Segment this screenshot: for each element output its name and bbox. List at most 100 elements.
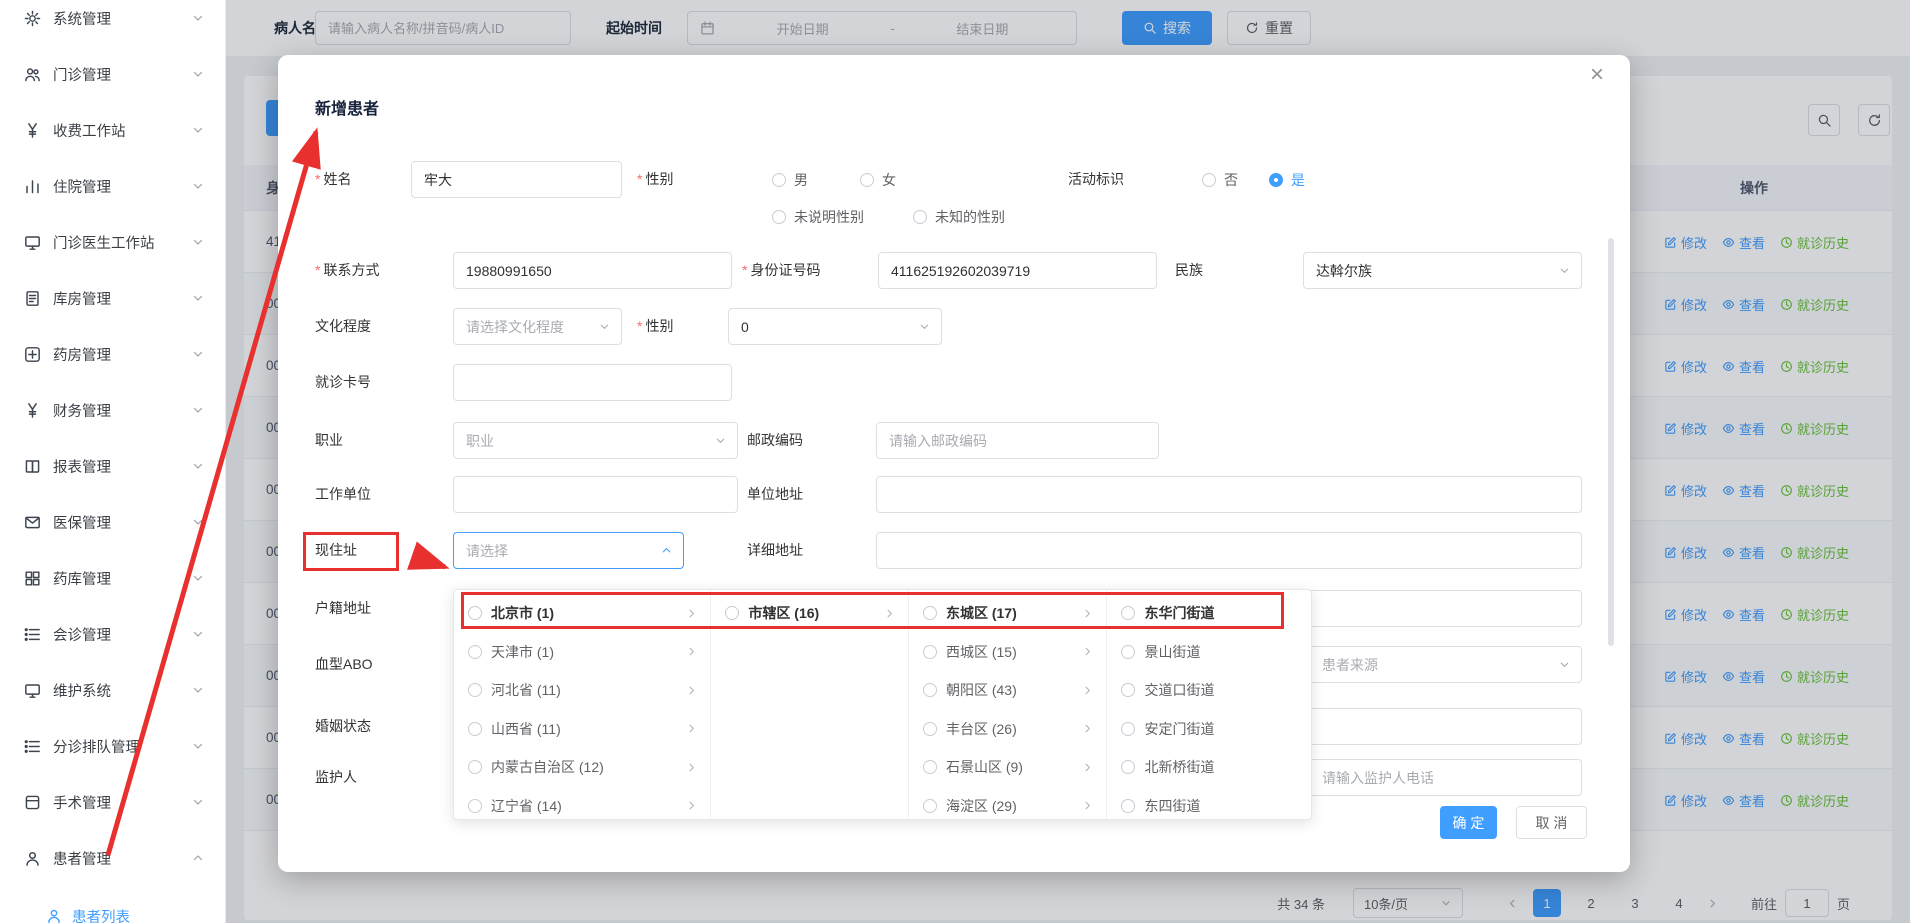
sidebar-item-label: 住院管理 [53,176,191,197]
cascader-option[interactable]: 东四街道 [1107,787,1311,820]
cascader-option[interactable]: 朝阳区 (43) [909,671,1107,710]
radio-icon[interactable] [1121,722,1135,736]
sidebar-item-13[interactable]: 分诊排队管理 [0,718,225,774]
detail-address-input[interactable] [876,532,1582,569]
sidebar-item-5[interactable]: 库房管理 [0,270,225,326]
name-input[interactable] [411,161,622,198]
sidebar-item-4[interactable]: 门诊医生工作站 [0,214,225,270]
gender-code-select[interactable]: 0 [728,308,942,345]
sidebar-item-3[interactable]: 住院管理 [0,158,225,214]
radio-icon[interactable] [923,799,937,813]
gender-radio-unknown[interactable]: 未知的性别 [913,198,1005,235]
sidebar-item-1[interactable]: 门诊管理 [0,46,225,102]
list-icon [24,738,41,755]
yen-icon [24,122,41,139]
sidebar-item-15[interactable]: 患者管理 [0,830,225,886]
sidebar-item-2[interactable]: 收费工作站 [0,102,225,158]
radio-icon[interactable] [1121,799,1135,813]
sidebar-item-14[interactable]: 手术管理 [0,774,225,830]
gender-radio-female[interactable]: 女 [860,161,896,198]
cascader-option[interactable]: 安定门街道 [1107,710,1311,749]
postal-code-input[interactable] [876,422,1159,459]
active-flag-radio-no[interactable]: 否 [1202,161,1238,198]
cascader-option[interactable]: 丰台区 (26) [909,710,1107,749]
radio-icon[interactable] [860,173,874,187]
radio-icon[interactable] [468,683,482,697]
cascader-option[interactable]: 山西省 (11) [454,710,710,749]
radio-icon[interactable] [772,173,786,187]
radio-icon[interactable] [1121,606,1135,620]
confirm-button[interactable]: 确 定 [1440,806,1497,839]
cascader-option[interactable]: 市辖区 (16) [711,594,908,633]
radio-icon[interactable] [725,606,739,620]
radio-icon[interactable] [923,645,937,659]
sidebar-item-9[interactable]: 医保管理 [0,494,225,550]
cascader-option[interactable]: 交道口街道 [1107,671,1311,710]
close-icon[interactable]: × [1590,63,1604,87]
cascader-option[interactable]: 海淀区 (29) [909,787,1107,820]
radio-icon[interactable] [468,760,482,774]
chevron-down-icon [191,683,205,697]
person-icon [46,908,62,923]
select-placeholder: 请选择文化程度 [466,317,564,337]
cascader-option[interactable]: 北京市 (1) [454,594,710,633]
radio-icon[interactable] [923,606,937,620]
modal-scrollbar[interactable] [1608,238,1614,646]
sidebar-item-7[interactable]: 财务管理 [0,382,225,438]
cascader-option[interactable]: 辽宁省 (14) [454,787,710,820]
sidebar-item-label: 分诊排队管理 [53,736,191,757]
occupation-select[interactable]: 职业 [453,422,738,459]
sidebar-item-11[interactable]: 会诊管理 [0,606,225,662]
active-flag-radio-yes[interactable]: 是 [1269,161,1305,198]
radio-icon[interactable] [468,645,482,659]
box-icon [24,794,41,811]
gender-radio-male[interactable]: 男 [772,161,808,198]
sidebar-item-10[interactable]: 药库管理 [0,550,225,606]
select-placeholder: 职业 [466,431,494,451]
sidebar-item-patient-list[interactable]: 患者列表 [0,896,226,923]
sidebar-item-8[interactable]: 报表管理 [0,438,225,494]
cascader-option-label: 丰台区 (26) [946,719,1082,739]
radio-icon[interactable] [1121,645,1135,659]
radio-icon[interactable] [923,722,937,736]
guardian-label: 监护人 [315,759,357,796]
cancel-button[interactable]: 取 消 [1516,806,1587,839]
radio-icon[interactable] [468,799,482,813]
chevron-right-icon [685,645,698,658]
ethnicity-select[interactable]: 达斡尔族 [1303,252,1582,289]
visit-card-input[interactable] [453,364,732,401]
radio-icon[interactable] [772,210,786,224]
radio-icon[interactable] [913,210,927,224]
cascader-option[interactable]: 东城区 (17) [909,594,1107,633]
sidebar-item-12[interactable]: 维护系统 [0,662,225,718]
radio-checked-icon[interactable] [1269,173,1283,187]
id-number-input[interactable] [878,252,1157,289]
radio-icon[interactable] [1121,760,1135,774]
education-select[interactable]: 请选择文化程度 [453,308,622,345]
select-value: 达斡尔族 [1316,261,1372,281]
gender-radio-unstated[interactable]: 未说明性别 [772,198,864,235]
current-address-cascader[interactable]: 请选择 [453,532,684,569]
radio-icon[interactable] [1202,173,1216,187]
cascader-option[interactable]: 西城区 (15) [909,633,1107,672]
radio-icon[interactable] [468,722,482,736]
unit-address-input[interactable] [876,476,1582,513]
radio-icon[interactable] [468,606,482,620]
cascader-option-label: 山西省 (11) [491,719,685,739]
cascader-option[interactable]: 东华门街道 [1107,594,1311,633]
radio-icon[interactable] [923,683,937,697]
radio-icon[interactable] [923,760,937,774]
cascader-option[interactable]: 景山街道 [1107,633,1311,672]
cascader-option[interactable]: 石景山区 (9) [909,748,1107,787]
cascader-option[interactable]: 天津市 (1) [454,633,710,672]
cascader-option[interactable]: 北新桥街道 [1107,748,1311,787]
sidebar-item-label: 收费工作站 [53,120,191,141]
radio-icon[interactable] [1121,683,1135,697]
cascader-option[interactable]: 河北省 (11) [454,671,710,710]
cascader-option[interactable]: 内蒙古自治区 (12) [454,748,710,787]
sidebar-item-0[interactable]: 系统管理 [0,0,225,46]
work-unit-input[interactable] [453,476,738,513]
chevron-down-icon [714,434,727,447]
sidebar-item-6[interactable]: 药房管理 [0,326,225,382]
contact-input[interactable] [453,252,732,289]
